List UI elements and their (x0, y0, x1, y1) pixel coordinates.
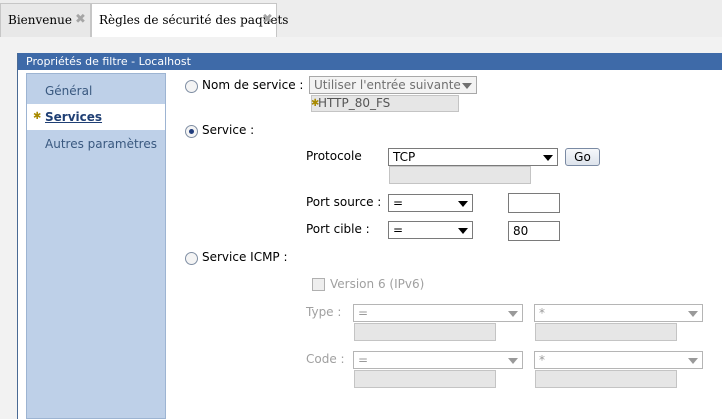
type-operator-value: = (358, 306, 369, 320)
chevron-down-icon (458, 201, 468, 207)
go-button[interactable]: Go (565, 148, 600, 166)
service-name-radio[interactable] (185, 80, 198, 93)
code-value-detail-field[interactable] (535, 370, 677, 388)
chevron-down-icon (688, 358, 698, 364)
type-value: * (539, 306, 545, 320)
code-operator-select[interactable]: = (353, 351, 523, 369)
port-source-operator-select[interactable]: = (388, 194, 473, 212)
code-operator-detail-field[interactable] (354, 370, 496, 388)
chevron-down-icon (508, 358, 518, 364)
type-value-detail-field[interactable] (535, 323, 677, 341)
code-value: * (539, 353, 545, 367)
sidebar-item-label: Général (45, 84, 93, 98)
port-cible-input[interactable]: 80 (508, 221, 560, 241)
chevron-down-icon (462, 83, 472, 89)
protocol-select[interactable]: TCP (388, 148, 558, 166)
port-cible-label: Port cible : (306, 222, 370, 236)
port-cible-operator-select[interactable]: = (388, 221, 473, 239)
port-source-operator-value: = (393, 196, 404, 210)
code-label: Code : (306, 352, 345, 366)
ipv6-label: Version 6 (IPv6) (330, 277, 425, 291)
sidebar-item-general[interactable]: Général (27, 78, 165, 104)
port-source-input[interactable] (508, 193, 560, 213)
port-source-label: Port source : (306, 195, 382, 209)
star-icon: ✱ (311, 98, 320, 109)
chevron-down-icon (688, 311, 698, 317)
chevron-down-icon (458, 228, 468, 234)
port-cible-operator-value: = (393, 223, 404, 237)
protocol-select-value: TCP (393, 150, 416, 164)
tab-label: Bienvenue (8, 13, 72, 27)
panel-title: Propriétés de filtre - Localhost (18, 53, 722, 70)
tab-bienvenue[interactable]: Bienvenue ✖ (0, 3, 91, 37)
sidebar-item-services[interactable]: ✱ Services (27, 104, 165, 130)
protocol-detail-field[interactable] (389, 166, 531, 184)
tab-regles-securite[interactable]: Règles de sécurité des paquets ✖ (91, 3, 288, 38)
code-value-select[interactable]: * (534, 351, 703, 369)
tab-bar: Bienvenue ✖ Règles de sécurité des paque… (0, 0, 722, 38)
type-operator-detail-field[interactable] (354, 323, 496, 341)
type-value-select[interactable]: * (534, 304, 703, 322)
service-name-select[interactable]: Utiliser l'entrée suivante (309, 76, 477, 94)
service-label: Service : (202, 123, 255, 137)
service-name-label: Nom de service : (202, 78, 304, 92)
tab-label: Règles de sécurité des paquets (99, 13, 289, 27)
type-label: Type : (306, 305, 342, 319)
protocol-label: Protocole (306, 149, 362, 163)
service-name-select-value: Utiliser l'entrée suivante (314, 78, 461, 92)
icmp-service-radio[interactable] (185, 252, 198, 265)
ipv6-checkbox[interactable] (312, 278, 325, 291)
close-icon[interactable]: ✖ (75, 4, 86, 36)
sidebar-item-label: Services (45, 110, 103, 124)
sidebar-item-label: Autres paramètres (45, 137, 157, 151)
sidebar-item-autres-parametres[interactable]: Autres paramètres (27, 131, 165, 157)
star-icon: ✱ (33, 111, 42, 122)
sidebar: Général ✱ Services Autres paramètres (26, 73, 166, 419)
chevron-down-icon (508, 311, 518, 317)
code-operator-value: = (358, 353, 369, 367)
close-icon[interactable]: ✖ (262, 4, 273, 36)
service-name-entry-value: HTTP_80_FS (318, 96, 391, 110)
chevron-down-icon (543, 155, 553, 161)
service-name-entry[interactable]: ✱ HTTP_80_FS (311, 95, 459, 112)
service-radio[interactable] (185, 125, 198, 138)
icmp-service-label: Service ICMP : (202, 250, 288, 264)
type-operator-select[interactable]: = (353, 304, 523, 322)
